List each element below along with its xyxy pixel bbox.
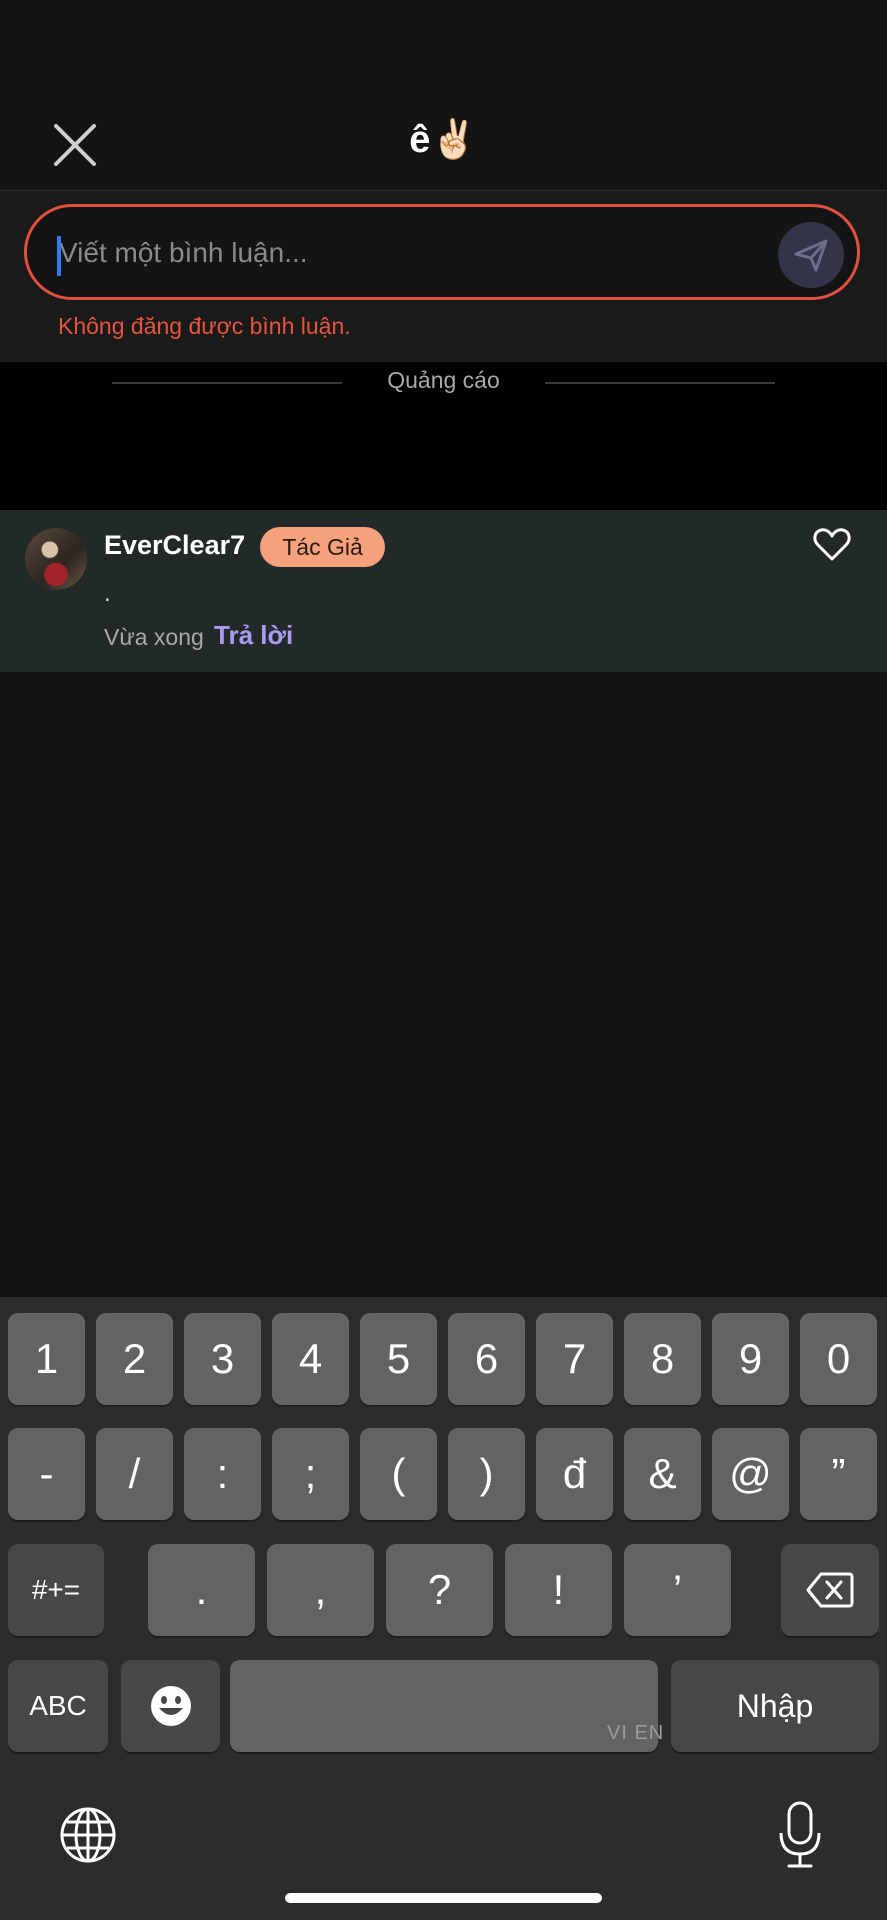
digit-key[interactable]: 5 [360,1313,437,1405]
symbol-key[interactable]: ) [448,1428,525,1520]
comment-input[interactable] [57,207,761,299]
digit-key[interactable]: 2 [96,1313,173,1405]
symbol-key[interactable]: - [8,1428,85,1520]
digit-key[interactable]: 1 [8,1313,85,1405]
symbol-key[interactable]: ; [272,1428,349,1520]
digit-key[interactable]: 4 [272,1313,349,1405]
avatar[interactable] [25,528,87,590]
punctuation-key[interactable]: ? [386,1544,493,1636]
comment-username[interactable]: EverClear7 [104,530,245,561]
symbol-key[interactable]: @ [712,1428,789,1520]
backspace-key[interactable] [781,1544,879,1636]
symbol-key[interactable]: ( [360,1428,437,1520]
symbol-key[interactable]: / [96,1428,173,1520]
space-key[interactable] [230,1660,658,1752]
header-bar [0,0,887,191]
punctuation-key[interactable]: . [148,1544,255,1636]
return-key[interactable]: Nhập [671,1660,879,1752]
send-icon [794,239,828,272]
symbols-key[interactable]: #+= [8,1544,104,1636]
comment-input-container[interactable] [24,204,860,300]
globe-icon [60,1807,116,1863]
comment-error-message: Không đăng được bình luận. [58,313,351,339]
emoji-icon [150,1686,191,1726]
digit-key[interactable]: 3 [184,1313,261,1405]
dictation-button[interactable] [775,1800,825,1870]
digit-key[interactable]: 8 [624,1313,701,1405]
ad-label: Quảng cáo [387,367,500,393]
abc-key[interactable]: ABC [8,1660,108,1752]
author-badge: Tác Giả [260,527,385,567]
page-title: ê✌🏻 [409,119,478,161]
globe-button[interactable] [58,1805,118,1865]
symbol-key[interactable]: : [184,1428,261,1520]
heart-icon [813,528,851,561]
keyboard: 1234567890 - /:;() đ & @” .,?!’ #+= ABC Nhập [0,1297,887,1920]
home-indicator[interactable] [285,1893,602,1903]
keyboard-language-indicator: VI EN [607,1722,665,1744]
reply-button[interactable]: Trả lời [214,620,293,651]
comment-timestamp: Vừa xong [104,624,204,650]
digit-key[interactable]: 0 [800,1313,877,1405]
punctuation-key[interactable]: ! [505,1544,612,1636]
text-cursor [57,236,61,276]
punctuation-key[interactable]: ’ [624,1544,731,1636]
symbol-key[interactable]: đ [536,1428,613,1520]
emoji-key[interactable] [121,1660,220,1752]
digit-key[interactable]: 6 [448,1313,525,1405]
backspace-icon [806,1572,854,1608]
symbol-key[interactable]: ” [800,1428,877,1520]
send-button[interactable] [778,222,844,288]
symbol-key[interactable]: & [624,1428,701,1520]
comment-text: . [104,580,111,607]
digit-key[interactable]: 9 [712,1313,789,1405]
microphone-icon [779,1801,821,1868]
digit-key[interactable]: 7 [536,1313,613,1405]
punctuation-key[interactable]: , [267,1544,374,1636]
like-button[interactable] [812,524,852,564]
